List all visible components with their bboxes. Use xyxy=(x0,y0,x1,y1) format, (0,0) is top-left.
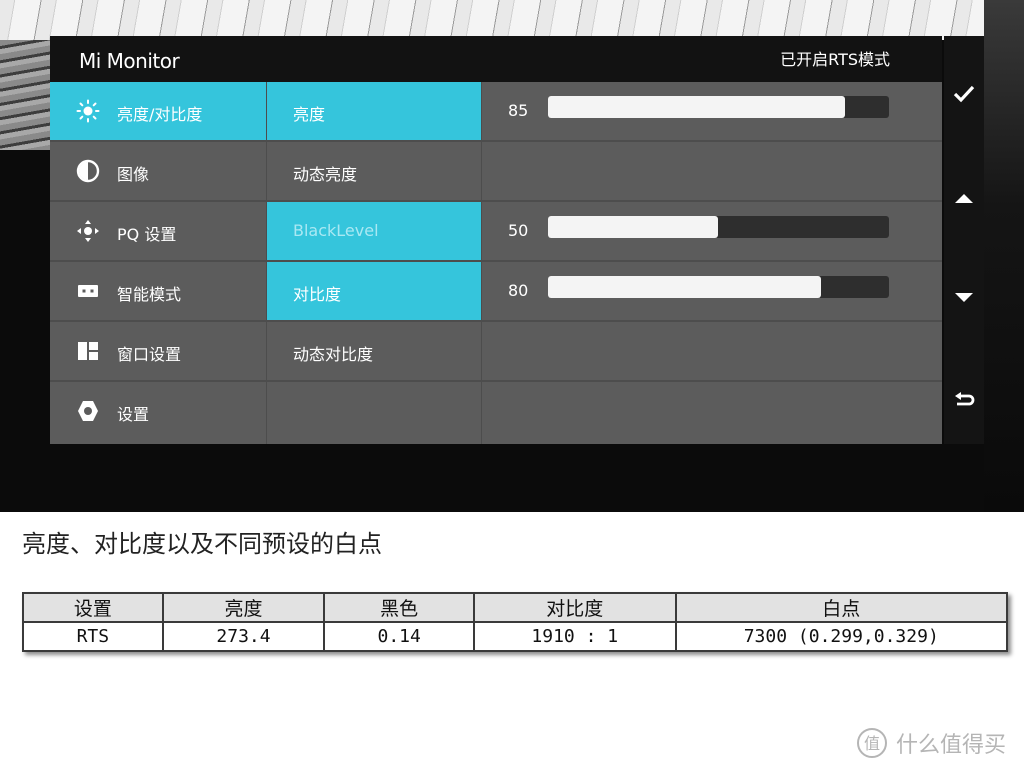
menu-item-label: 亮度/对比度 xyxy=(117,105,203,124)
menu-item-smart-mode[interactable]: 智能模式 xyxy=(50,262,266,320)
submenu-item-label: BlackLevel xyxy=(293,221,379,240)
submenu-item-black-level[interactable]: BlackLevel xyxy=(267,202,481,260)
menu-item-label: 智能模式 xyxy=(117,285,182,304)
background-keyboard xyxy=(0,40,50,150)
back-icon xyxy=(955,392,975,406)
submenu-item-dynamic-brightness[interactable]: 动态亮度 xyxy=(267,142,481,200)
menu-item-label: PQ 设置 xyxy=(117,225,177,244)
menu-item-label: 窗口设置 xyxy=(117,345,182,364)
window-layout-icon xyxy=(78,342,98,360)
osd-app-title: Mi Monitor xyxy=(79,49,180,73)
background-paper xyxy=(0,0,1024,40)
watermark-text: 什么值得买 xyxy=(896,733,1007,758)
measurement-table: 设置 亮度 黑色 对比度 白点 RTS 273.4 0.14 1910 : 1 … xyxy=(22,592,1009,652)
submenu-item-label: 动态亮度 xyxy=(293,165,358,184)
submenu-item-contrast[interactable]: 对比度 xyxy=(267,262,481,320)
black-level-slider-fill xyxy=(548,216,718,238)
up-button[interactable] xyxy=(944,178,984,218)
osd-panel: Mi Monitor 已开启RTS模式 亮度/对比度 亮度 85 图像 动态亮度… xyxy=(50,36,942,444)
section-caption: 亮度、对比度以及不同预设的白点 xyxy=(22,530,382,558)
brightness-slider[interactable] xyxy=(548,96,889,118)
submenu-item-label: 动态对比度 xyxy=(293,345,374,364)
column-header: 白点 xyxy=(674,592,1009,623)
confirm-button[interactable] xyxy=(944,74,984,114)
brightness-icon xyxy=(76,99,100,123)
submenu-item-label: 对比度 xyxy=(293,285,342,304)
menu-item-pq-settings[interactable]: PQ 设置 xyxy=(50,202,266,260)
down-arrow-icon xyxy=(955,293,973,302)
contrast-value: 80 xyxy=(508,281,529,300)
brightness-value: 85 xyxy=(508,101,529,120)
contrast-slider-fill xyxy=(548,276,821,298)
black-level-slider[interactable] xyxy=(548,216,889,238)
table-cell: 0.14 xyxy=(323,621,476,652)
menu-item-window-settings[interactable]: 窗口设置 xyxy=(50,322,266,380)
brightness-value-row[interactable]: 85 xyxy=(482,82,942,140)
column-header: 黑色 xyxy=(323,592,476,623)
menu-item-image[interactable]: 图像 xyxy=(50,142,266,200)
osd-side-controls xyxy=(944,36,984,444)
table-cell: 7300 (0.299,0.329) xyxy=(674,621,1009,652)
rts-mode-status: 已开启RTS模式 xyxy=(780,50,890,69)
checkmark-icon xyxy=(953,85,975,103)
empty-value-row xyxy=(482,382,942,444)
svg-text:值: 值 xyxy=(864,734,880,753)
move-arrows-icon xyxy=(77,220,99,242)
down-button[interactable] xyxy=(944,278,984,318)
monitor-bezel xyxy=(984,0,1024,512)
contrast-slider[interactable] xyxy=(548,276,889,298)
black-level-value-row[interactable]: 50 xyxy=(482,202,942,260)
settings-gear-icon xyxy=(78,401,98,421)
submenu-item-brightness[interactable]: 亮度 xyxy=(267,82,481,140)
brightness-slider-fill xyxy=(548,96,845,118)
table-cell: RTS xyxy=(22,621,164,652)
submenu-item-label: 亮度 xyxy=(293,105,326,124)
up-arrow-icon xyxy=(955,194,973,203)
table-row: RTS 273.4 0.14 1910 : 1 7300 (0.299,0.32… xyxy=(22,621,1009,652)
table-cell: 273.4 xyxy=(161,621,326,652)
watermark: 值 什么值得买 xyxy=(856,726,1006,760)
table-header-row: 设置 亮度 黑色 对比度 白点 xyxy=(22,592,1009,623)
empty-value-row xyxy=(482,322,942,380)
menu-item-label: 图像 xyxy=(117,165,150,184)
column-header: 亮度 xyxy=(161,592,326,623)
menu-item-settings[interactable]: 设置 xyxy=(50,382,266,444)
table-cell: 1910 : 1 xyxy=(473,621,677,652)
zhi-logo-icon: 值 xyxy=(857,728,887,758)
menu-item-brightness-contrast[interactable]: 亮度/对比度 xyxy=(50,82,266,140)
osd-title-bar: Mi Monitor 已开启RTS模式 xyxy=(50,36,942,82)
contrast-value-row[interactable]: 80 xyxy=(482,262,942,320)
submenu-item-dynamic-contrast[interactable]: 动态对比度 xyxy=(267,322,481,380)
back-button[interactable] xyxy=(944,382,984,422)
contrast-circle-icon xyxy=(76,159,100,183)
menu-item-label: 设置 xyxy=(117,405,150,424)
black-level-value: 50 xyxy=(508,221,529,240)
empty-value-row xyxy=(482,142,942,200)
smart-mode-icon xyxy=(78,285,98,297)
column-header: 设置 xyxy=(22,592,164,623)
monitor-photo: Mi Monitor 已开启RTS模式 亮度/对比度 亮度 85 图像 动态亮度… xyxy=(0,0,1024,512)
column-header: 对比度 xyxy=(473,592,677,623)
submenu-empty xyxy=(267,382,481,444)
